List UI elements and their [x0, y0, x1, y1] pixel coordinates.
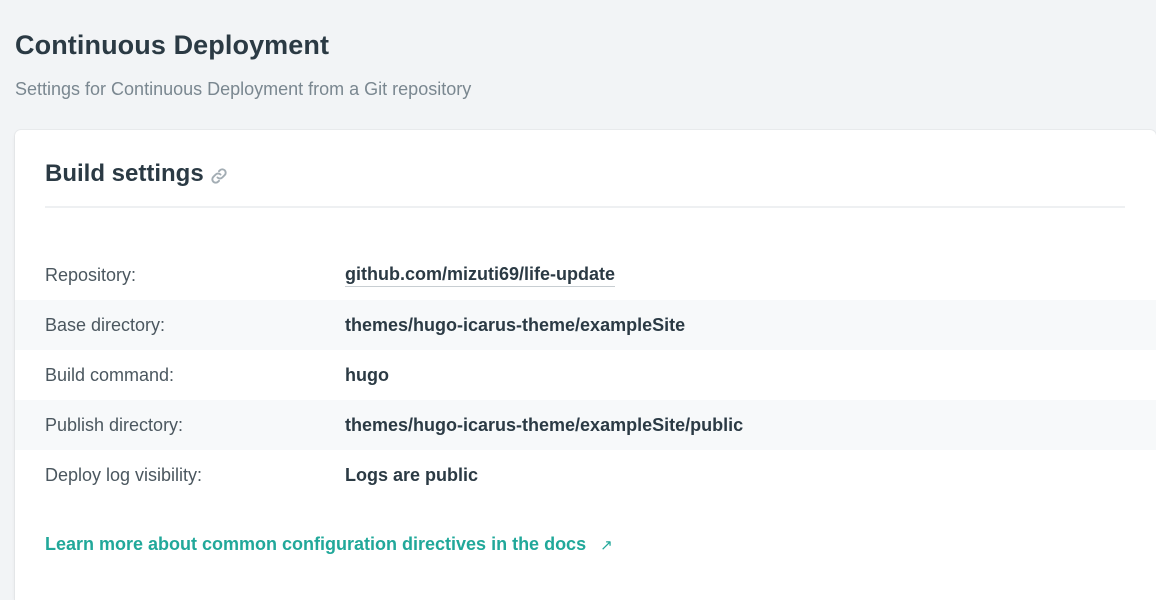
row-value: themes/hugo-icarus-theme/exampleSite: [345, 314, 686, 335]
row-value: Logs are public: [345, 464, 479, 485]
row-label: Build command:: [45, 364, 175, 385]
row-label: Publish directory:: [45, 414, 184, 435]
page-subtitle: Settings for Continuous Deployment from …: [15, 79, 472, 99]
settings-row-deploy-log-visibility: Deploy log visibility: Logs are public: [15, 450, 1156, 500]
row-value: hugo: [345, 364, 389, 385]
docs-link-label: Learn more about common configuration di…: [45, 534, 587, 554]
card-title: Build settings: [45, 160, 204, 187]
settings-row-repository: Repository: github.com/mizuti69/life-upd…: [15, 250, 1156, 300]
build-settings-card: Build settings Repository: github.com/mi…: [15, 130, 1156, 600]
external-arrow-icon: ↗: [600, 536, 613, 554]
docs-link[interactable]: Learn more about common configuration di…: [45, 534, 613, 555]
row-label: Base directory:: [45, 314, 166, 335]
repository-link[interactable]: github.com/mizuti69/life-update: [345, 264, 616, 287]
row-label: Deploy log visibility:: [45, 464, 203, 485]
settings-row-base-directory: Base directory: themes/hugo-icarus-theme…: [15, 300, 1156, 350]
page-title: Continuous Deployment: [15, 30, 330, 60]
page-header: Continuous Deployment Settings for Conti…: [15, 30, 471, 100]
anchor-link-icon[interactable]: [210, 167, 228, 185]
settings-list: Repository: github.com/mizuti69/life-upd…: [15, 250, 1156, 500]
row-label: Repository:: [45, 264, 137, 285]
settings-row-build-command: Build command: hugo: [15, 350, 1156, 400]
row-value: themes/hugo-icarus-theme/exampleSite/pub…: [345, 414, 744, 435]
card-header: Build settings: [45, 160, 1125, 208]
settings-row-publish-directory: Publish directory: themes/hugo-icarus-th…: [15, 400, 1156, 450]
